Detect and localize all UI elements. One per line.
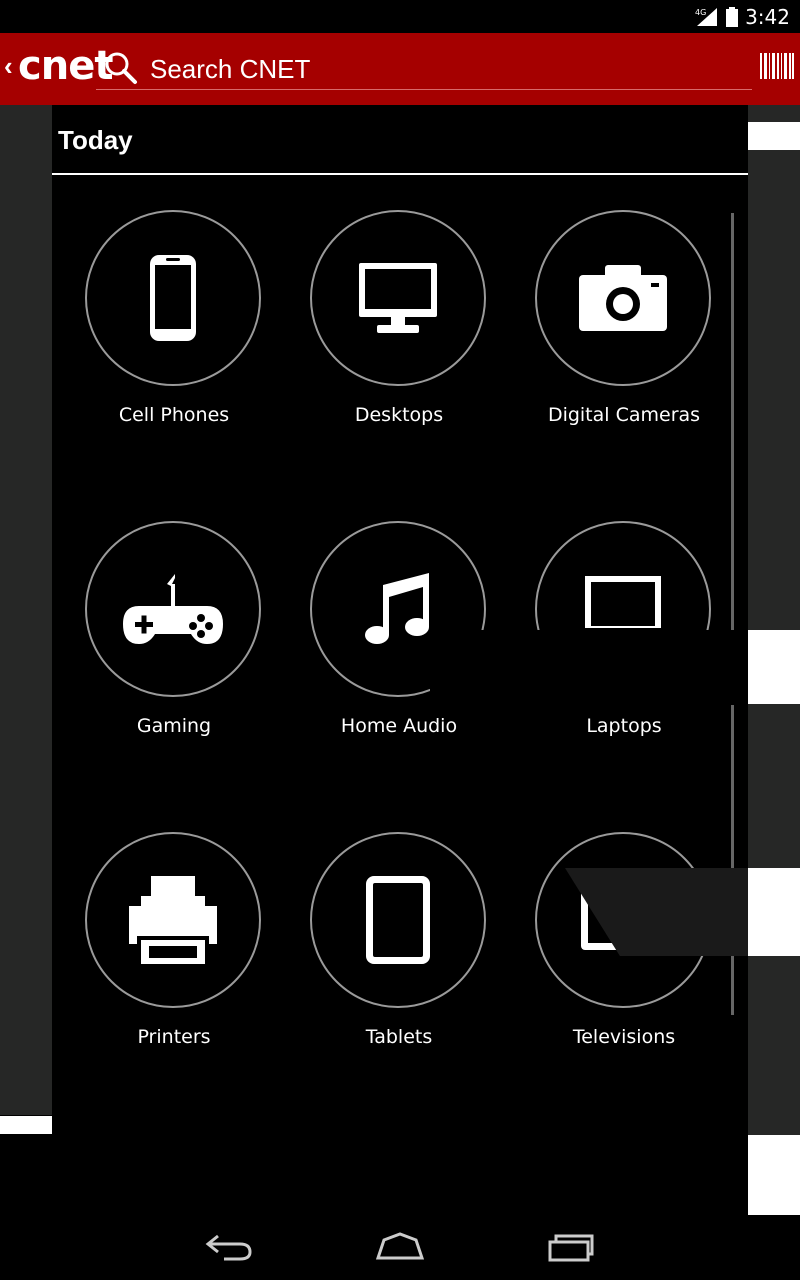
category-digital-cameras[interactable]: Digital Cameras <box>512 210 736 450</box>
category-label: Digital Cameras <box>547 404 701 426</box>
battery-icon <box>726 6 739 27</box>
music-note-icon <box>365 573 429 644</box>
home-icon[interactable] <box>374 1232 426 1262</box>
app-bar: ‹ cnet <box>0 33 800 105</box>
gamepad-icon <box>123 574 223 644</box>
category-label: Desktops <box>354 404 444 426</box>
chevron-left-icon[interactable]: ‹ <box>4 51 13 82</box>
status-bar: 4G 3:42 <box>0 0 800 33</box>
category-circle[interactable] <box>85 832 261 1008</box>
printer-icon <box>129 876 217 964</box>
drawer-title: Today <box>58 125 133 155</box>
category-printers[interactable]: Printers <box>62 832 286 1072</box>
background-strip <box>748 868 800 956</box>
background-page <box>0 105 52 1115</box>
background-strip <box>748 1135 800 1215</box>
svg-text:4G: 4G <box>695 8 706 17</box>
signal-icon: 4G <box>695 7 718 26</box>
back-icon[interactable] <box>204 1232 254 1262</box>
category-desktops[interactable]: Desktops <box>287 210 511 450</box>
category-label: Televisions <box>572 1026 676 1048</box>
category-label: Laptops <box>586 715 662 737</box>
category-circle[interactable] <box>310 832 486 1008</box>
cell-phone-icon <box>150 255 196 341</box>
desktop-monitor-icon <box>359 263 437 333</box>
search-input[interactable] <box>148 51 742 87</box>
background-fragment <box>430 630 748 704</box>
category-label: Printers <box>137 1026 211 1048</box>
status-time: 3:42 <box>745 4 790 29</box>
category-circle[interactable] <box>85 521 261 697</box>
divider <box>52 173 748 175</box>
category-label: Home Audio <box>340 715 458 737</box>
background-strip <box>748 630 800 704</box>
category-gaming[interactable]: Gaming <box>62 521 286 761</box>
category-label: Gaming <box>136 715 212 737</box>
background-strip <box>748 122 800 150</box>
barcode-icon[interactable] <box>760 53 794 79</box>
category-tablets[interactable]: Tablets <box>287 832 511 1072</box>
search-bar[interactable] <box>96 47 752 90</box>
category-circle[interactable] <box>535 210 711 386</box>
category-cell-phones[interactable]: Cell Phones <box>62 210 286 450</box>
category-circle[interactable] <box>85 210 261 386</box>
tablet-icon <box>366 876 430 964</box>
category-label: Tablets <box>365 1026 433 1048</box>
category-label: Cell Phones <box>118 404 230 426</box>
category-circle[interactable] <box>310 210 486 386</box>
camera-icon <box>579 265 667 331</box>
recent-apps-icon[interactable] <box>546 1232 596 1262</box>
search-icon[interactable] <box>104 51 138 85</box>
background-strip <box>0 1116 52 1134</box>
system-nav-bar <box>0 1215 800 1280</box>
